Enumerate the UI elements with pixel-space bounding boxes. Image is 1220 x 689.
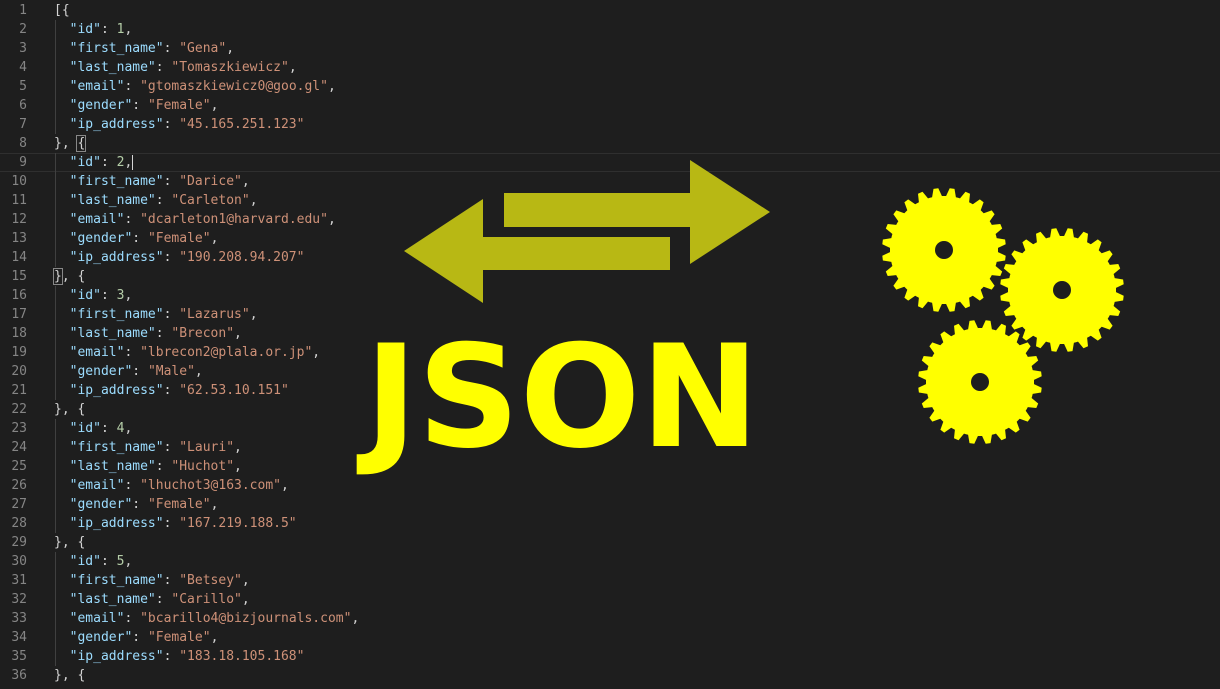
gear-icon <box>1000 228 1124 352</box>
json-graphic: JSON <box>357 160 1124 480</box>
gear-hole <box>935 241 953 259</box>
code-editor[interactable]: 1[{2 "id": 1, 3 "first_name": "Gena", 4 "l… <box>0 0 1220 689</box>
swap-arrows-icon <box>404 160 770 303</box>
gear-icon <box>918 320 1042 444</box>
gear-hole <box>1053 281 1071 299</box>
json-title: JSON <box>357 315 760 480</box>
gear-hole <box>971 373 989 391</box>
gear-icon <box>882 188 1006 312</box>
gears-group <box>882 188 1124 444</box>
